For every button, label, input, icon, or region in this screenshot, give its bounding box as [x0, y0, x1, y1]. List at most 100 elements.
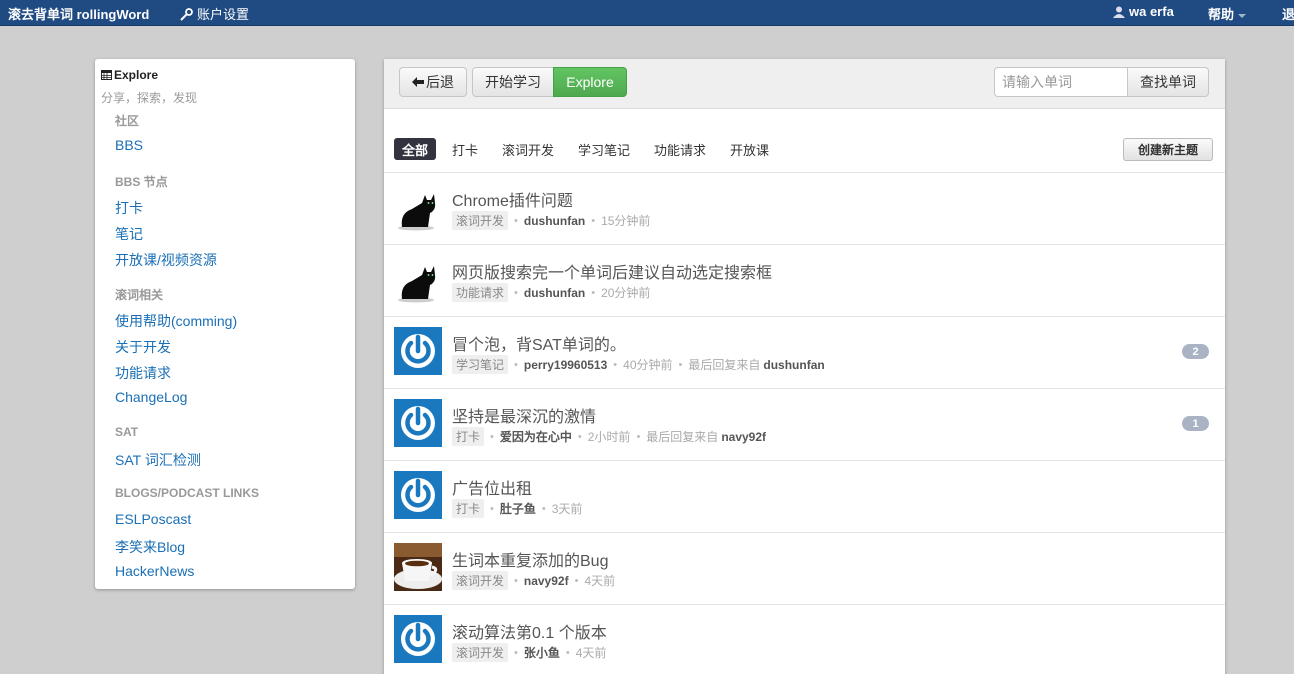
account-settings-label: 账户设置 — [197, 7, 250, 22]
topic-title[interactable]: 滚动算法第0.1 个版本 — [452, 619, 607, 643]
topic-row[interactable]: 生词本重复添加的Bug 滚词开发 • navy92f • 4天前 — [384, 532, 1225, 604]
topic-title[interactable]: 广告位出租 — [452, 475, 532, 499]
last-reply-label: 最后回复来自 — [688, 358, 761, 372]
avatar[interactable] — [394, 183, 442, 231]
back-button[interactable]: 后退 — [399, 67, 467, 97]
separator-dot: • — [574, 574, 579, 587]
topic-meta: 滚词开发 • dushunfan • 15分钟前 — [452, 211, 650, 230]
separator-dot: • — [565, 646, 570, 659]
topic-node-tag[interactable]: 功能请求 — [452, 283, 509, 302]
create-topic-button[interactable]: 创建新主题 — [1123, 138, 1213, 161]
topic-row[interactable]: 坚持是最深沉的激情 打卡 • 爱因为在心中 • 2小时前 • 最后回复来自 navy92f 1 — [384, 388, 1225, 460]
separator-dot: • — [490, 430, 494, 443]
avatar[interactable] — [394, 399, 442, 447]
sidebar-link-notes[interactable]: 笔记 — [115, 224, 143, 244]
brand-logo[interactable]: 滚去背单词 rollingWord — [8, 4, 149, 23]
user-menu[interactable]: wa erfa — [1113, 4, 1174, 19]
back-label: 后退 — [426, 74, 454, 90]
separator-dot: • — [591, 214, 596, 227]
help-dropdown[interactable]: 帮助 — [1208, 4, 1247, 23]
topic-row[interactable]: 广告位出租 打卡 • 肚子鱼 • 3天前 — [384, 460, 1225, 532]
topic-meta: 学习笔记 • perry19960513 • 40分钟前 • 最后回复来自 dushunfan — [452, 355, 825, 374]
separator-dot: • — [613, 358, 618, 371]
wrench-icon — [180, 8, 193, 21]
avatar[interactable] — [394, 327, 442, 375]
sidebar-link-changelog[interactable]: ChangeLog — [115, 389, 187, 405]
topic-author[interactable]: 张小鱼 — [524, 644, 560, 661]
separator-dot: • — [591, 286, 596, 299]
separator-dot: • — [514, 574, 518, 587]
avatar[interactable] — [394, 615, 442, 663]
user-name: wa erfa — [1129, 4, 1174, 19]
sidebar-title: Explore — [101, 68, 158, 82]
sidebar-link-about-dev[interactable]: 关于开发 — [115, 337, 171, 357]
sidebar-link-sat-test[interactable]: SAT 词汇检测 — [115, 450, 201, 470]
topic-node-tag[interactable]: 滚词开发 — [452, 211, 509, 230]
search-word-button[interactable]: 查找单词 — [1127, 67, 1209, 97]
tab-open-courses[interactable]: 开放课 — [722, 138, 777, 160]
topic-title[interactable]: 生词本重复添加的Bug — [452, 547, 608, 571]
main-panel: 后退 开始学习 Explore 查找单词 全部 打卡 滚词开发 学习笔记 功能请… — [384, 59, 1225, 674]
sidebar-heading-blogs: BLOGS/PODCAST LINKS — [115, 486, 260, 500]
topic-author[interactable]: 肚子鱼 — [500, 500, 536, 517]
separator-dot: • — [636, 430, 641, 443]
account-settings-link[interactable]: 账户设置 — [180, 4, 249, 23]
avatar[interactable] — [394, 255, 442, 303]
topic-time: 15分钟前 — [601, 214, 651, 228]
topic-author[interactable]: dushunfan — [524, 286, 585, 300]
topic-node-tag[interactable]: 打卡 — [452, 499, 485, 518]
sidebar-link-hackernews[interactable]: HackerNews — [115, 563, 194, 579]
sidebar-link-lixiaolai-blog[interactable]: 李笑来Blog — [115, 537, 185, 557]
topic-row[interactable]: 滚动算法第0.1 个版本 滚词开发 • 张小鱼 • 4天前 — [384, 604, 1225, 674]
topic-time: 3天前 — [551, 502, 583, 516]
topic-row[interactable]: 网页版搜索完一个单词后建议自动选定搜索框 功能请求 • dushunfan • 20分钟前 — [384, 244, 1225, 316]
topic-node-tag[interactable]: 滚词开发 — [452, 571, 509, 590]
tab-checkin[interactable]: 打卡 — [444, 138, 486, 160]
sidebar-link-bbs[interactable]: BBS — [115, 137, 143, 153]
explore-button[interactable]: Explore — [553, 67, 627, 97]
tab-study-notes[interactable]: 学习笔记 — [570, 138, 638, 160]
topic-time: 40分钟前 — [623, 358, 673, 372]
word-search-input[interactable] — [994, 67, 1128, 97]
tab-development[interactable]: 滚词开发 — [494, 138, 562, 160]
topic-title[interactable]: 网页版搜索完一个单词后建议自动选定搜索框 — [452, 259, 772, 283]
logout-link[interactable]: 退 — [1282, 4, 1294, 23]
topic-meta: 打卡 • 爱因为在心中 • 2小时前 • 最后回复来自 navy92f — [452, 427, 766, 446]
separator-dot: • — [490, 502, 494, 515]
separator-dot: • — [514, 214, 518, 227]
reply-count-badge[interactable]: 2 — [1182, 344, 1209, 359]
topic-author[interactable]: perry19960513 — [524, 358, 607, 372]
toolbar: 后退 开始学习 Explore 查找单词 — [384, 59, 1225, 109]
topic-node-tag[interactable]: 学习笔记 — [452, 355, 509, 374]
topic-author[interactable]: dushunfan — [524, 214, 585, 228]
tab-all[interactable]: 全部 — [394, 138, 437, 160]
last-reply-user[interactable]: dushunfan — [763, 358, 824, 372]
sidebar-link-open-courses[interactable]: 开放课/视频资源 — [115, 250, 217, 270]
avatar[interactable] — [394, 543, 442, 591]
reply-count-badge[interactable]: 1 — [1182, 416, 1209, 431]
separator-dot: • — [678, 358, 683, 371]
topic-row[interactable]: 冒个泡，背SAT单词的。 学习笔记 • perry19960513 • 40分钟前 • 最后回… — [384, 316, 1225, 388]
start-learning-button[interactable]: 开始学习 — [472, 67, 554, 97]
sidebar-link-checkin[interactable]: 打卡 — [115, 198, 143, 218]
topic-title[interactable]: Chrome插件问题 — [452, 187, 573, 211]
sidebar-link-feature-request[interactable]: 功能请求 — [115, 363, 171, 383]
topic-node-tag[interactable]: 打卡 — [452, 427, 485, 446]
topic-row[interactable]: Chrome插件问题 滚词开发 • dushunfan • 15分钟前 — [384, 172, 1225, 244]
topic-author[interactable]: 爱因为在心中 — [500, 428, 572, 445]
topic-title[interactable]: 冒个泡，背SAT单词的。 — [452, 331, 626, 355]
tab-feature-requests[interactable]: 功能请求 — [646, 138, 714, 160]
top-navbar: 滚去背单词 rollingWord 账户设置 wa erfa 帮助 退 — [0, 0, 1294, 26]
topic-title[interactable]: 坚持是最深沉的激情 — [452, 403, 596, 427]
sidebar-link-eslpodcast[interactable]: ESLPoscast — [115, 511, 191, 527]
avatar[interactable] — [394, 471, 442, 519]
topic-author[interactable]: navy92f — [524, 574, 569, 588]
sidebar-link-help[interactable]: 使用帮助(comming) — [115, 311, 237, 331]
separator-dot: • — [541, 502, 546, 515]
topic-node-tag[interactable]: 滚词开发 — [452, 643, 509, 662]
separator-dot: • — [514, 286, 518, 299]
last-reply-user[interactable]: navy92f — [721, 430, 766, 444]
separator-dot: • — [514, 646, 518, 659]
topic-meta: 滚词开发 • navy92f • 4天前 — [452, 571, 615, 590]
topic-time: 4天前 — [575, 646, 607, 660]
